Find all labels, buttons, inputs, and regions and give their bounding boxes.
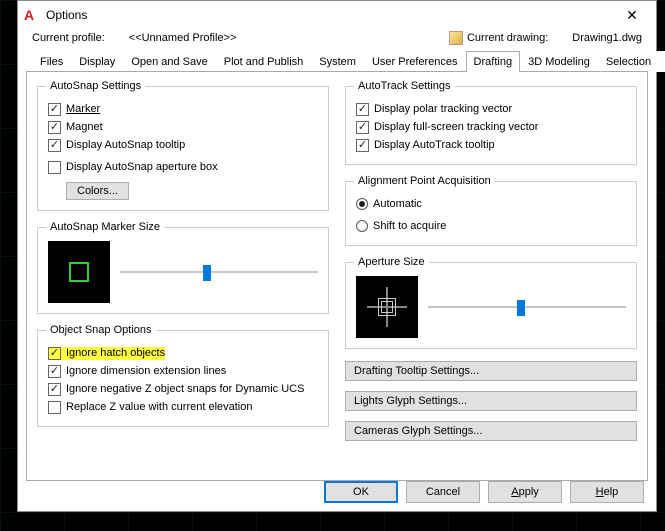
magnet-label: Magnet: [66, 121, 103, 133]
tab-open-save[interactable]: Open and Save: [123, 51, 215, 72]
options-dialog: A Options ✕ Current profile: <<Unnamed P…: [17, 0, 657, 512]
marker-size-group: AutoSnap Marker Size: [37, 221, 329, 314]
dialog-footer: OK Cancel Apply Help: [324, 481, 644, 503]
tab-selection[interactable]: Selection: [598, 51, 659, 72]
left-column: AutoSnap Settings Marker Magnet Display …: [37, 80, 329, 472]
tab-system[interactable]: System: [311, 51, 364, 72]
autotrack-tooltip-checkbox[interactable]: [356, 139, 369, 152]
current-profile-value: <<Unnamed Profile>>: [129, 32, 237, 44]
autotrack-settings-group: AutoTrack Settings Display polar trackin…: [345, 80, 637, 165]
object-snap-options-group: Object Snap Options Ignore hatch objects…: [37, 324, 329, 427]
marker-size-slider[interactable]: [120, 263, 318, 281]
ignore-negz-checkbox[interactable]: [48, 383, 61, 396]
polar-track-checkbox[interactable]: [356, 103, 369, 116]
aperture-size-group: Aperture Size: [345, 256, 637, 349]
tabs: Files Display Open and Save Plot and Pub…: [26, 49, 648, 72]
tab-user-prefs[interactable]: User Preferences: [364, 51, 466, 72]
apply-button[interactable]: Apply: [488, 481, 562, 503]
autotrack-tooltip-label: Display AutoTrack tooltip: [374, 139, 495, 151]
ignore-negz-label: Ignore negative Z object snaps for Dynam…: [66, 383, 304, 395]
autosnap-settings-group: AutoSnap Settings Marker Magnet Display …: [37, 80, 329, 211]
close-icon: ✕: [626, 8, 638, 22]
aperture-size-slider[interactable]: [428, 298, 626, 316]
close-button[interactable]: ✕: [614, 4, 650, 26]
cancel-button[interactable]: Cancel: [406, 481, 480, 503]
autotrack-legend: AutoTrack Settings: [354, 80, 455, 92]
ok-button[interactable]: OK: [324, 481, 398, 503]
autosnap-tooltip-label: Display AutoSnap tooltip: [66, 139, 185, 151]
aperture-box-label: Display AutoSnap aperture box: [66, 161, 218, 173]
cameras-glyph-settings-button[interactable]: Cameras Glyph Settings...: [345, 421, 637, 441]
crosshair-icon: [367, 287, 407, 327]
shift-radio[interactable]: [356, 220, 368, 232]
current-drawing-value: Drawing1.dwg: [572, 32, 642, 44]
shift-label: Shift to acquire: [373, 220, 446, 232]
tab-profiles[interactable]: Profiles: [659, 51, 665, 72]
marker-label: Marker: [66, 103, 100, 115]
right-column: AutoTrack Settings Display polar trackin…: [345, 80, 637, 472]
tab-plot-publish[interactable]: Plot and Publish: [216, 51, 312, 72]
tab-display[interactable]: Display: [71, 51, 123, 72]
autosnap-tooltip-checkbox[interactable]: [48, 139, 61, 152]
aperture-preview: [356, 276, 418, 338]
aperture-box-checkbox[interactable]: [48, 161, 61, 174]
marker-preview: [48, 241, 110, 303]
alignment-point-group: Alignment Point Acquisition Automatic Sh…: [345, 175, 637, 246]
ignore-dim-checkbox[interactable]: [48, 365, 61, 378]
ignore-dim-label: Ignore dimension extension lines: [66, 365, 226, 377]
osnap-legend: Object Snap Options: [46, 324, 156, 336]
replace-z-label: Replace Z value with current elevation: [66, 401, 252, 413]
tab-panel-drafting: AutoSnap Settings Marker Magnet Display …: [26, 71, 648, 481]
tab-3d-modeling[interactable]: 3D Modeling: [520, 51, 598, 72]
drafting-tooltip-settings-button[interactable]: Drafting Tooltip Settings...: [345, 361, 637, 381]
colors-button[interactable]: Colors...: [66, 182, 129, 200]
polar-track-label: Display polar tracking vector: [374, 103, 512, 115]
replace-z-checkbox[interactable]: [48, 401, 61, 414]
help-button[interactable]: Help: [570, 481, 644, 503]
current-profile-label: Current profile:: [32, 32, 105, 44]
automatic-label: Automatic: [373, 198, 422, 210]
drawing-icon: [449, 31, 463, 45]
fullscreen-track-label: Display full-screen tracking vector: [374, 121, 538, 133]
alignment-legend: Alignment Point Acquisition: [354, 175, 495, 187]
titlebar: A Options ✕: [18, 1, 656, 29]
marker-size-legend: AutoSnap Marker Size: [46, 221, 164, 233]
autosnap-legend: AutoSnap Settings: [46, 80, 145, 92]
current-drawing-label: Current drawing:: [467, 32, 548, 44]
automatic-radio[interactable]: [356, 198, 368, 210]
magnet-checkbox[interactable]: [48, 121, 61, 134]
aperture-size-legend: Aperture Size: [354, 256, 429, 268]
fullscreen-track-checkbox[interactable]: [356, 121, 369, 134]
marker-checkbox[interactable]: [48, 103, 61, 116]
dialog-title: Options: [46, 8, 614, 22]
ignore-hatch-checkbox[interactable]: [48, 347, 61, 360]
header-row: Current profile: <<Unnamed Profile>> Cur…: [18, 29, 656, 49]
tab-files[interactable]: Files: [32, 51, 71, 72]
autocad-icon: A: [24, 7, 40, 23]
tab-drafting[interactable]: Drafting: [466, 51, 521, 72]
lights-glyph-settings-button[interactable]: Lights Glyph Settings...: [345, 391, 637, 411]
green-square-icon: [69, 262, 89, 282]
ignore-hatch-label: Ignore hatch objects: [66, 347, 165, 359]
